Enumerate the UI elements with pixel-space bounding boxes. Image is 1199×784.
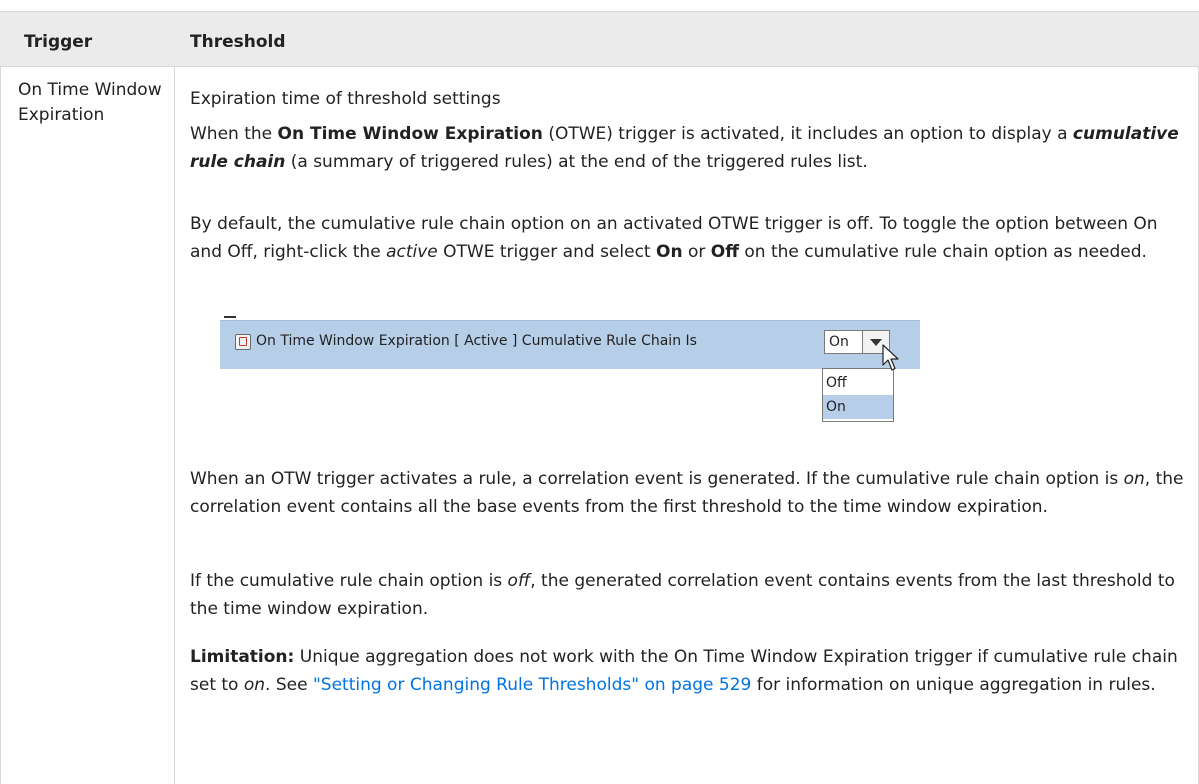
threshold-table: Trigger Threshold On Time Window Expirat…: [0, 0, 1199, 784]
text: . See: [265, 675, 313, 695]
bold-text: On Time Window Expiration: [277, 124, 543, 144]
trigger-cell: On Time Window Expiration: [18, 80, 162, 125]
text: (a summary of triggered rules) at the en…: [285, 152, 868, 172]
paragraph-correlation-off: If the cumulative rule chain option is o…: [190, 567, 1190, 623]
paragraph-otwe: When the On Time Window Expiration (OTWE…: [190, 120, 1190, 176]
rule-icon: [235, 334, 251, 350]
paragraph-expiration: Expiration time of threshold settings: [190, 89, 501, 109]
table-border-left: [0, 66, 1, 784]
text: on the cumulative rule chain option as n…: [739, 242, 1147, 262]
text: If the cumulative rule chain option is: [190, 571, 508, 591]
screenshot-label: On Time Window Expiration [ Active ] Cum…: [256, 333, 697, 349]
italic-text: on: [1123, 469, 1145, 489]
bold-text: On: [656, 242, 683, 262]
header-threshold: Threshold: [190, 32, 286, 52]
thresholds-link[interactable]: "Setting or Changing Rule Thresholds" on…: [313, 675, 751, 695]
mouse-cursor-icon: [882, 344, 899, 371]
paragraph-limitation: Limitation: Unique aggregation does not …: [190, 643, 1190, 699]
italic-text: on: [243, 675, 266, 695]
bold-text: Limitation:: [190, 647, 295, 667]
text: When the: [190, 124, 278, 144]
option-off[interactable]: Off: [823, 371, 893, 395]
select-dropdown-list: Off On: [822, 368, 894, 422]
paragraph-default: By default, the cumulative rule chain op…: [190, 210, 1190, 266]
option-on[interactable]: On: [823, 395, 893, 419]
text: When an OTW trigger activates a rule, a …: [190, 469, 1124, 489]
text: or: [682, 242, 711, 262]
table-header-row: Trigger Threshold: [0, 11, 1199, 67]
italic-text: off: [507, 571, 531, 591]
italic-text: active: [386, 242, 438, 262]
bold-text: Off: [710, 242, 739, 262]
paragraph-correlation-on: When an OTW trigger activates a rule, a …: [190, 465, 1190, 521]
select-value: On: [829, 334, 849, 350]
dash-mark: [224, 316, 236, 318]
column-divider: [174, 66, 175, 784]
header-trigger: Trigger: [24, 32, 93, 52]
text: OTWE trigger and select: [437, 242, 656, 262]
text: (OTWE) trigger is activated, it includes…: [542, 124, 1073, 144]
text: for information on unique aggregation in…: [751, 675, 1156, 695]
cumulative-select[interactable]: On: [824, 330, 890, 354]
